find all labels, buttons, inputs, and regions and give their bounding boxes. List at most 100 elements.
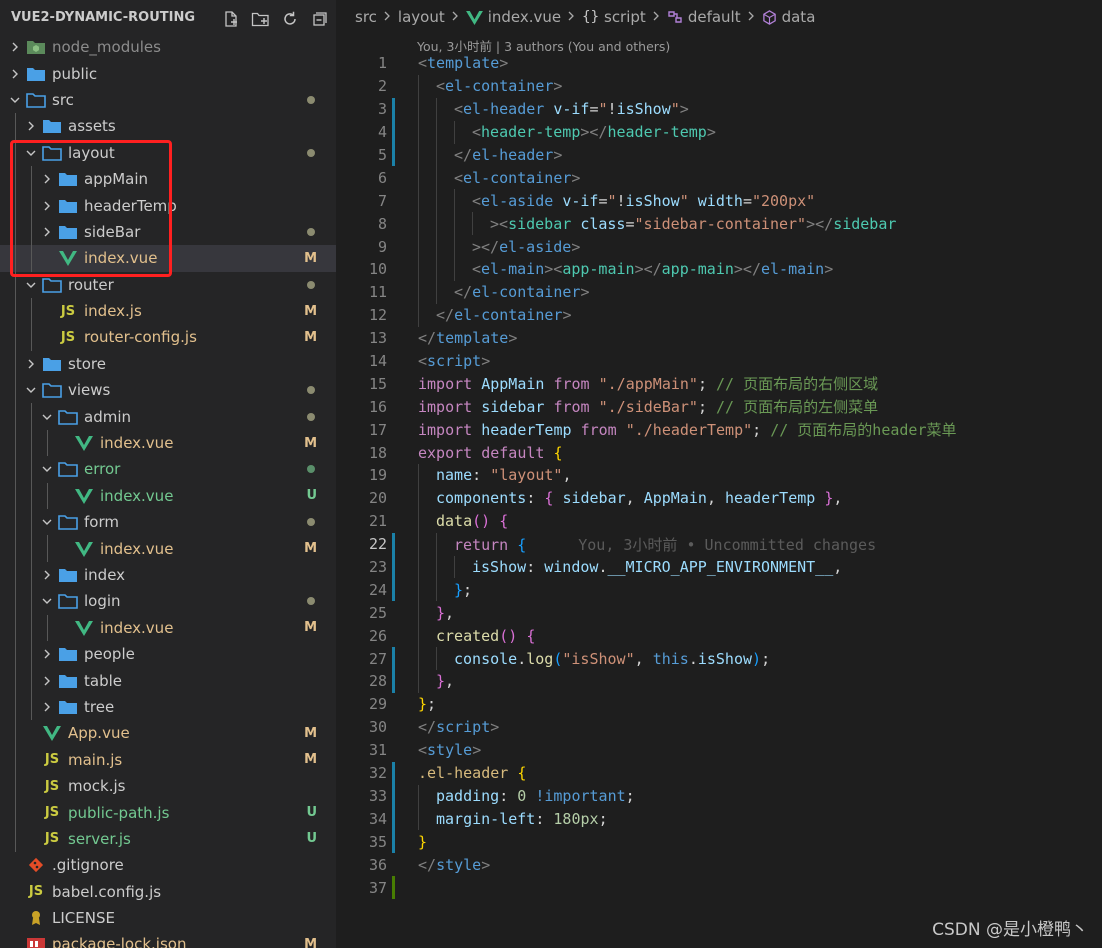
chevron-right-icon[interactable] xyxy=(24,119,38,133)
file-item-index-vue[interactable]: index.vue M xyxy=(0,429,336,457)
code-line[interactable]: 10 <el-main><app-main></app-main></el-mai… xyxy=(336,258,1102,281)
code-line[interactable]: 35} xyxy=(336,830,1102,854)
breadcrumb-item-layout[interactable]: layout xyxy=(398,8,445,26)
chevron-right-icon[interactable] xyxy=(40,700,54,714)
chevron-down-icon[interactable] xyxy=(24,278,38,292)
code-line[interactable]: 1 <template> xyxy=(336,52,1102,75)
code-line[interactable]: 26 created() { xyxy=(336,624,1102,648)
folder-item-views[interactable]: views xyxy=(0,377,336,404)
collapse-all-icon[interactable] xyxy=(310,10,328,28)
breadcrumb-item-data[interactable]: data xyxy=(762,8,815,26)
git-modified-gutter[interactable] xyxy=(392,830,395,854)
breadcrumb-item-src[interactable]: src xyxy=(355,8,377,26)
chevron-down-icon[interactable] xyxy=(40,594,54,608)
code-line[interactable]: 12 </el-container> xyxy=(336,303,1102,327)
git-modified-gutter[interactable] xyxy=(392,807,395,831)
code-line[interactable]: 4 <header-temp></header-temp> xyxy=(336,120,1102,144)
code-line[interactable]: 30 </script> xyxy=(336,716,1102,739)
file-item-index-vue[interactable]: index.vue M xyxy=(0,245,336,272)
code-line[interactable]: 7 <el-aside v-if="!isShow" width="200px" xyxy=(336,189,1102,213)
file-item-license[interactable]: LICENSE xyxy=(0,905,336,931)
git-modified-gutter[interactable] xyxy=(392,670,395,693)
chevron-down-icon[interactable] xyxy=(40,410,54,424)
code-line[interactable]: 11 </el-container> xyxy=(336,280,1102,304)
chevron-right-icon[interactable] xyxy=(8,40,22,54)
file-item-package-lock-json[interactable]: package-lock.json M xyxy=(0,931,336,948)
git-modified-gutter[interactable] xyxy=(392,578,395,602)
git-modified-gutter[interactable] xyxy=(392,120,395,144)
code-line[interactable]: 29}; xyxy=(336,693,1102,716)
folder-item-layout[interactable]: layout xyxy=(0,139,336,166)
file-item-main-js[interactable]: JS main.js M xyxy=(0,746,336,773)
breadcrumb-item-index-vue[interactable]: index.vue xyxy=(465,8,561,26)
file-item-app-vue[interactable]: App.vue M xyxy=(0,720,336,747)
folder-item-router[interactable]: router xyxy=(0,271,336,298)
code-line[interactable]: 17 import headerTemp from "./headerTemp";… xyxy=(336,418,1102,441)
folder-item-error[interactable]: error xyxy=(0,456,336,483)
code-line[interactable]: 15 import AppMain from "./appMain"; // 页面… xyxy=(336,372,1102,395)
folder-item-headertemp[interactable]: headerTemp xyxy=(0,192,336,219)
folder-item-people[interactable]: people xyxy=(0,640,336,668)
folder-item-node-modules[interactable]: node_modules xyxy=(0,34,336,60)
chevron-down-icon[interactable] xyxy=(40,462,54,476)
code-line[interactable]: 3 <el-header v-if="!isShow"> xyxy=(336,97,1102,121)
file-item-mock-js[interactable]: JS mock.js xyxy=(0,772,336,800)
file-item-server-js[interactable]: JS server.js U xyxy=(0,825,336,853)
code-line[interactable]: 13 </template> xyxy=(336,327,1102,350)
code-line[interactable]: 8 ><sidebar class="sidebar-container"></s… xyxy=(336,212,1102,236)
code-line[interactable]: 34 margin-left: 180px; xyxy=(336,807,1102,831)
code-line[interactable]: 9 ></el-aside> xyxy=(336,235,1102,259)
folder-item-login[interactable]: login xyxy=(0,588,336,615)
code-line[interactable]: 28}, xyxy=(336,670,1102,693)
git-modified-gutter[interactable] xyxy=(392,532,395,556)
folder-item-appmain[interactable]: appMain xyxy=(0,165,336,193)
folder-item-admin[interactable]: admin xyxy=(0,403,336,430)
git-modified-gutter[interactable] xyxy=(392,647,395,671)
breadcrumb-item-script[interactable]: {} script xyxy=(582,8,646,26)
chevron-down-icon[interactable] xyxy=(40,515,54,529)
folder-item-public[interactable]: public xyxy=(0,60,336,86)
code-line[interactable]: 6 <el-container> xyxy=(336,166,1102,190)
code-line[interactable]: 22 return {You, 3小时前 • Uncommitted change… xyxy=(336,532,1102,556)
new-file-icon[interactable] xyxy=(222,10,240,28)
chevron-right-icon[interactable] xyxy=(40,568,54,582)
chevron-down-icon[interactable] xyxy=(8,93,22,107)
file-item-index-vue[interactable]: index.vue M xyxy=(0,535,336,562)
file-item-index-vue[interactable]: index.vue M xyxy=(0,614,336,641)
git-modified-gutter[interactable] xyxy=(392,784,395,808)
file-item-router-config-js[interactable]: JS router-config.js M xyxy=(0,324,336,351)
file-item-public-path-js[interactable]: JS public-path.js U xyxy=(0,799,336,826)
file-item-index-vue[interactable]: index.vue U xyxy=(0,482,336,510)
code-line[interactable]: 21 data() { xyxy=(336,509,1102,533)
code-line[interactable]: 19 name: "layout", xyxy=(336,464,1102,487)
folder-item-assets[interactable]: assets xyxy=(0,113,336,140)
file-item-babel-config-js[interactable]: JS babel.config.js xyxy=(0,879,336,905)
chevron-right-icon[interactable] xyxy=(40,647,54,661)
folder-item-index[interactable]: index xyxy=(0,561,336,589)
folder-item-form[interactable]: form xyxy=(0,509,336,536)
code-line[interactable]: 24}; xyxy=(336,578,1102,602)
code-line[interactable]: 20 components: { sidebar, AppMain, header… xyxy=(336,486,1102,510)
code-area[interactable]: 1 <template> 2 <el-container> 3 <el-header v-… xyxy=(336,52,1102,899)
new-folder-icon[interactable] xyxy=(251,10,270,28)
code-line[interactable]: 33 padding: 0 !important; xyxy=(336,784,1102,808)
git-added-gutter[interactable] xyxy=(392,876,395,899)
code-line[interactable]: 36 </style> xyxy=(336,853,1102,876)
code-line[interactable]: 37 xyxy=(336,876,1102,899)
breadcrumb-item-default[interactable]: default xyxy=(667,8,741,26)
chevron-down-icon[interactable] xyxy=(24,146,38,160)
code-line[interactable]: 31 <style> xyxy=(336,739,1102,762)
git-modified-gutter[interactable] xyxy=(392,143,395,167)
chevron-right-icon[interactable] xyxy=(24,357,38,371)
code-line[interactable]: 14 <script> xyxy=(336,350,1102,373)
folder-item-table[interactable]: table xyxy=(0,667,336,694)
git-modified-gutter[interactable] xyxy=(392,555,395,579)
git-modified-gutter[interactable] xyxy=(392,97,395,121)
file-item--gitignore[interactable]: .gitignore xyxy=(0,852,336,878)
code-line[interactable]: 16 import sidebar from "./sideBar"; // 页面… xyxy=(336,395,1102,418)
code-line[interactable]: 25}, xyxy=(336,601,1102,625)
chevron-right-icon[interactable] xyxy=(40,225,54,239)
folder-item-tree[interactable]: tree xyxy=(0,693,336,721)
folder-item-store[interactable]: store xyxy=(0,350,336,378)
chevron-right-icon[interactable] xyxy=(8,67,22,81)
